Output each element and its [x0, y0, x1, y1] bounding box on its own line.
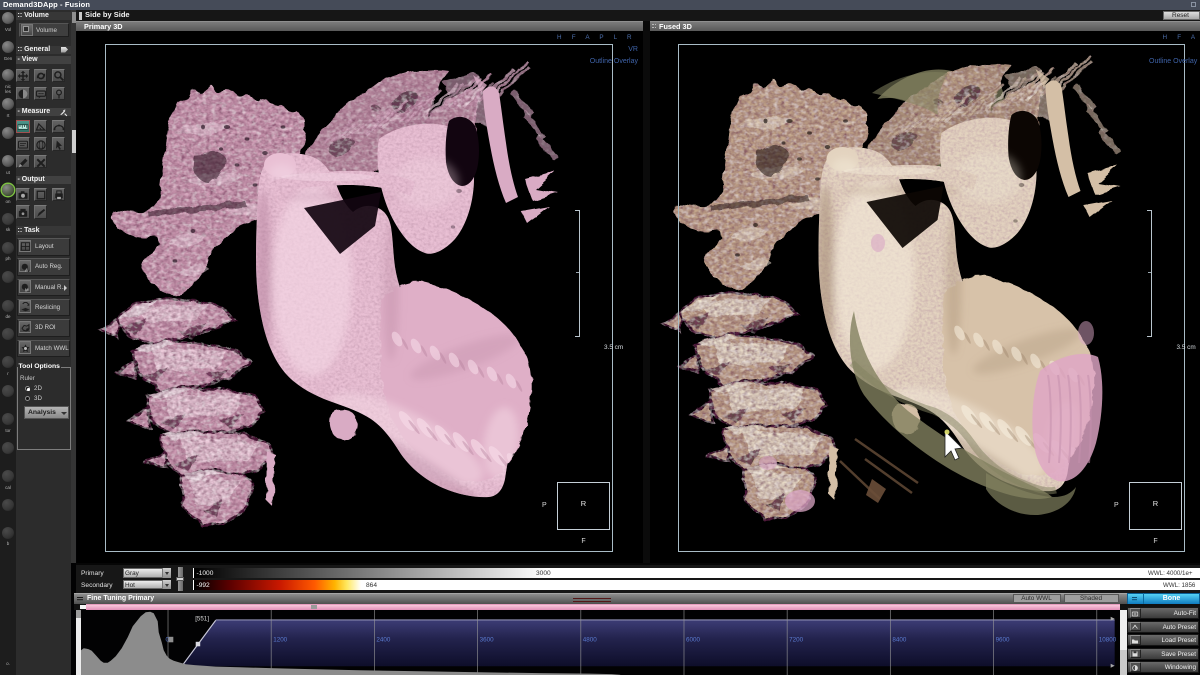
svg-text:10800: 10800 [1099, 636, 1117, 643]
svg-text:1200: 1200 [274, 636, 288, 643]
svg-text:6000: 6000 [686, 636, 700, 643]
svg-text:[551]: [551] [196, 615, 210, 622]
svg-text:7200: 7200 [789, 636, 803, 643]
svg-text:3600: 3600 [480, 636, 494, 643]
svg-text:9600: 9600 [996, 636, 1010, 643]
svg-text:2400: 2400 [377, 636, 391, 643]
svg-text:8400: 8400 [893, 636, 907, 643]
svg-text:4800: 4800 [583, 636, 597, 643]
